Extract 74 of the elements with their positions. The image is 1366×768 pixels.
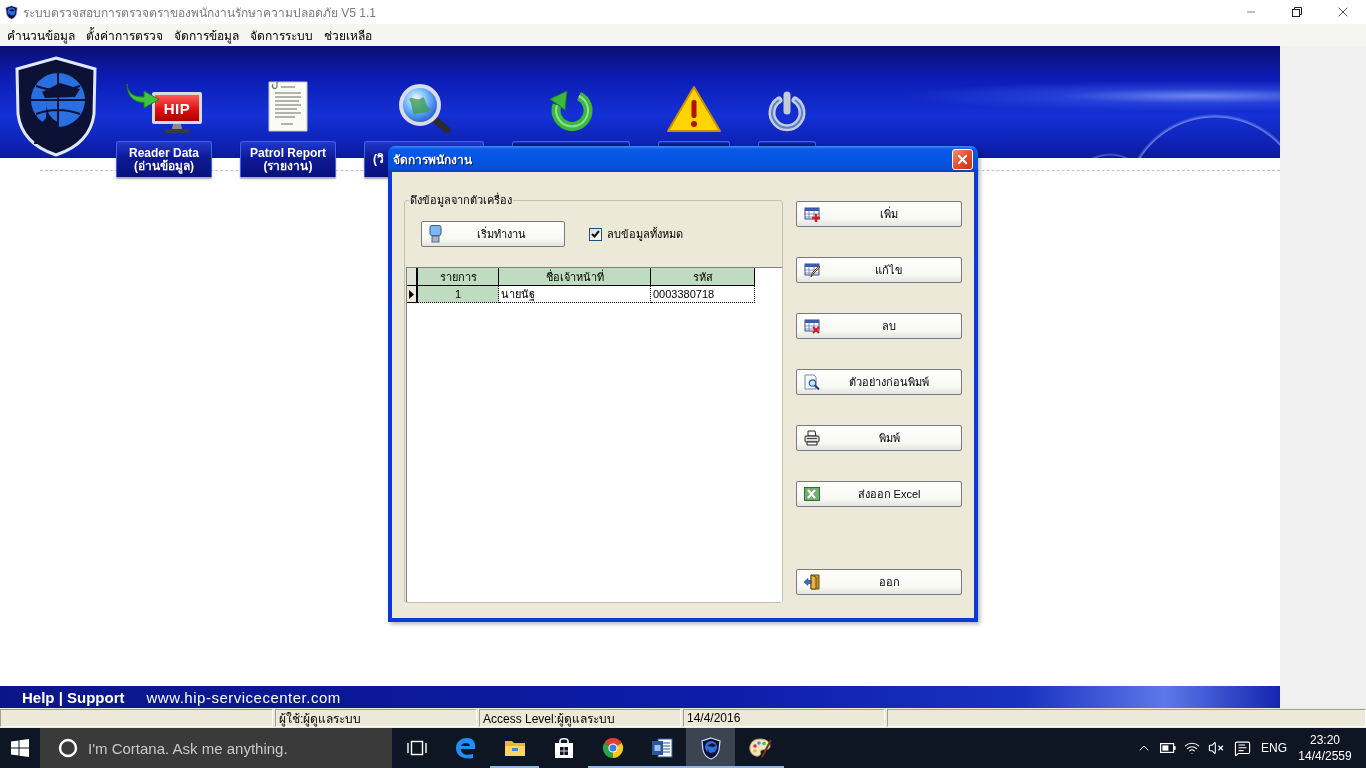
- monitor-screen: HIP: [152, 92, 202, 124]
- folder-icon: [503, 739, 526, 757]
- four-panes-icon: [11, 739, 29, 757]
- excel-button[interactable]: ส่งออก Excel: [796, 481, 962, 507]
- website-link[interactable]: www.hip-servicecenter.com: [146, 688, 341, 706]
- menu-item[interactable]: จัดการระบบ: [245, 23, 318, 47]
- wifi-icon: [1184, 740, 1200, 756]
- swirl-logo-icon: [454, 737, 477, 759]
- delete-button[interactable]: ลบ: [796, 313, 962, 339]
- computer-icon: [429, 225, 442, 243]
- spreadsheet-icon: [804, 486, 820, 502]
- group-title: ดึงข้อมูลจากตัวเครื่อง: [409, 193, 513, 207]
- banner-tab[interactable]: Reader Data (อ่านข้อมูล): [116, 141, 212, 177]
- preview-button[interactable]: ตัวอย่างก่อนพิมพ์: [796, 369, 962, 395]
- menu-item[interactable]: ช่วยเหลือ: [319, 23, 377, 47]
- status-date: 14/4/2016: [683, 709, 885, 727]
- table-cell: 1: [418, 286, 499, 303]
- checkbox[interactable]: [589, 227, 602, 241]
- warning-icon: [666, 85, 722, 133]
- stacked-windows-icon: [406, 740, 427, 756]
- banner-tab[interactable]: [512, 141, 630, 146]
- table-add-icon: [804, 206, 820, 222]
- column-header: รายการ: [418, 268, 499, 286]
- document-icon: [265, 79, 311, 133]
- refresh-icon: [549, 87, 593, 133]
- document-icon: [650, 737, 673, 759]
- shield-logo-icon: [5, 4, 18, 20]
- notification-icon: [1233, 739, 1251, 757]
- menu-item[interactable]: จัดการข้อมูล: [169, 23, 244, 47]
- ring-icon: [58, 738, 78, 758]
- monitor-stand-icon: [162, 124, 192, 133]
- taskbar-app-button[interactable]: [686, 728, 735, 768]
- table-cell: 0003380718: [651, 286, 755, 303]
- tricolor-circle-icon: [601, 737, 624, 759]
- magnifier-globe-icon: [397, 83, 451, 133]
- menu-item[interactable]: ตั้งค่าการตรวจ: [81, 23, 168, 47]
- help-support-text: Help | Support: [22, 688, 125, 706]
- dialog-title: จัดการพนักงาน: [393, 151, 473, 169]
- print-button[interactable]: พิมพ์: [796, 425, 962, 451]
- table-cell: นายนัฐ: [499, 286, 651, 303]
- language-indicator[interactable]: ENG: [1256, 728, 1292, 768]
- shopping-bag-icon: [553, 737, 574, 759]
- start-button[interactable]: เริ่มทำงาน: [421, 221, 565, 247]
- arrow-icon: [126, 82, 160, 109]
- table-delete-icon: [804, 318, 820, 334]
- battery-icon: [1160, 743, 1176, 753]
- exit-button[interactable]: ออก: [796, 569, 962, 595]
- print-preview-icon: [804, 374, 820, 390]
- shield-logo-icon: [700, 736, 721, 760]
- status-user: ผู้ใช้:ผู้ดูแลระบบ: [275, 709, 477, 727]
- palette-icon: [747, 737, 772, 759]
- menu-item[interactable]: คำนวนข้อมูล: [2, 23, 80, 47]
- grid-corner: [407, 268, 418, 286]
- clock[interactable]: 23:20 14/4/2559: [1292, 728, 1358, 768]
- row-pointer-icon: [409, 289, 414, 299]
- window-title: ระบบตรวจสอบการตรวจตราของพนักงานรักษาความปลอดภัย V5 1.1: [23, 4, 378, 22]
- search-field[interactable]: I'm Cortana. Ask me anything.: [40, 728, 392, 768]
- speaker-muted-icon: [1208, 740, 1224, 756]
- check-icon: [591, 230, 600, 238]
- printer-icon: [804, 430, 820, 446]
- exit-door-icon: [804, 574, 820, 590]
- column-header: รหัส: [651, 268, 755, 286]
- table-edit-icon: [804, 262, 820, 278]
- status-access-level: Access Level:ผู้ดูแลระบบ: [479, 709, 681, 727]
- banner-tab[interactable]: Patrol Report (รายงาน): [240, 141, 336, 177]
- close-button[interactable]: [952, 148, 973, 170]
- edit-button[interactable]: แก้ไข: [796, 257, 962, 283]
- checkbox-label: ลบข้อมูลทั้งหมด: [607, 226, 683, 243]
- column-header: ชื่อเจ้าหน้าที่: [499, 268, 651, 286]
- restore-icon: [1292, 7, 1302, 17]
- power-icon: [767, 91, 807, 133]
- add-button[interactable]: เพิ่ม: [796, 201, 962, 227]
- banner-tab[interactable]: [758, 141, 816, 146]
- banner-tab[interactable]: [658, 141, 730, 146]
